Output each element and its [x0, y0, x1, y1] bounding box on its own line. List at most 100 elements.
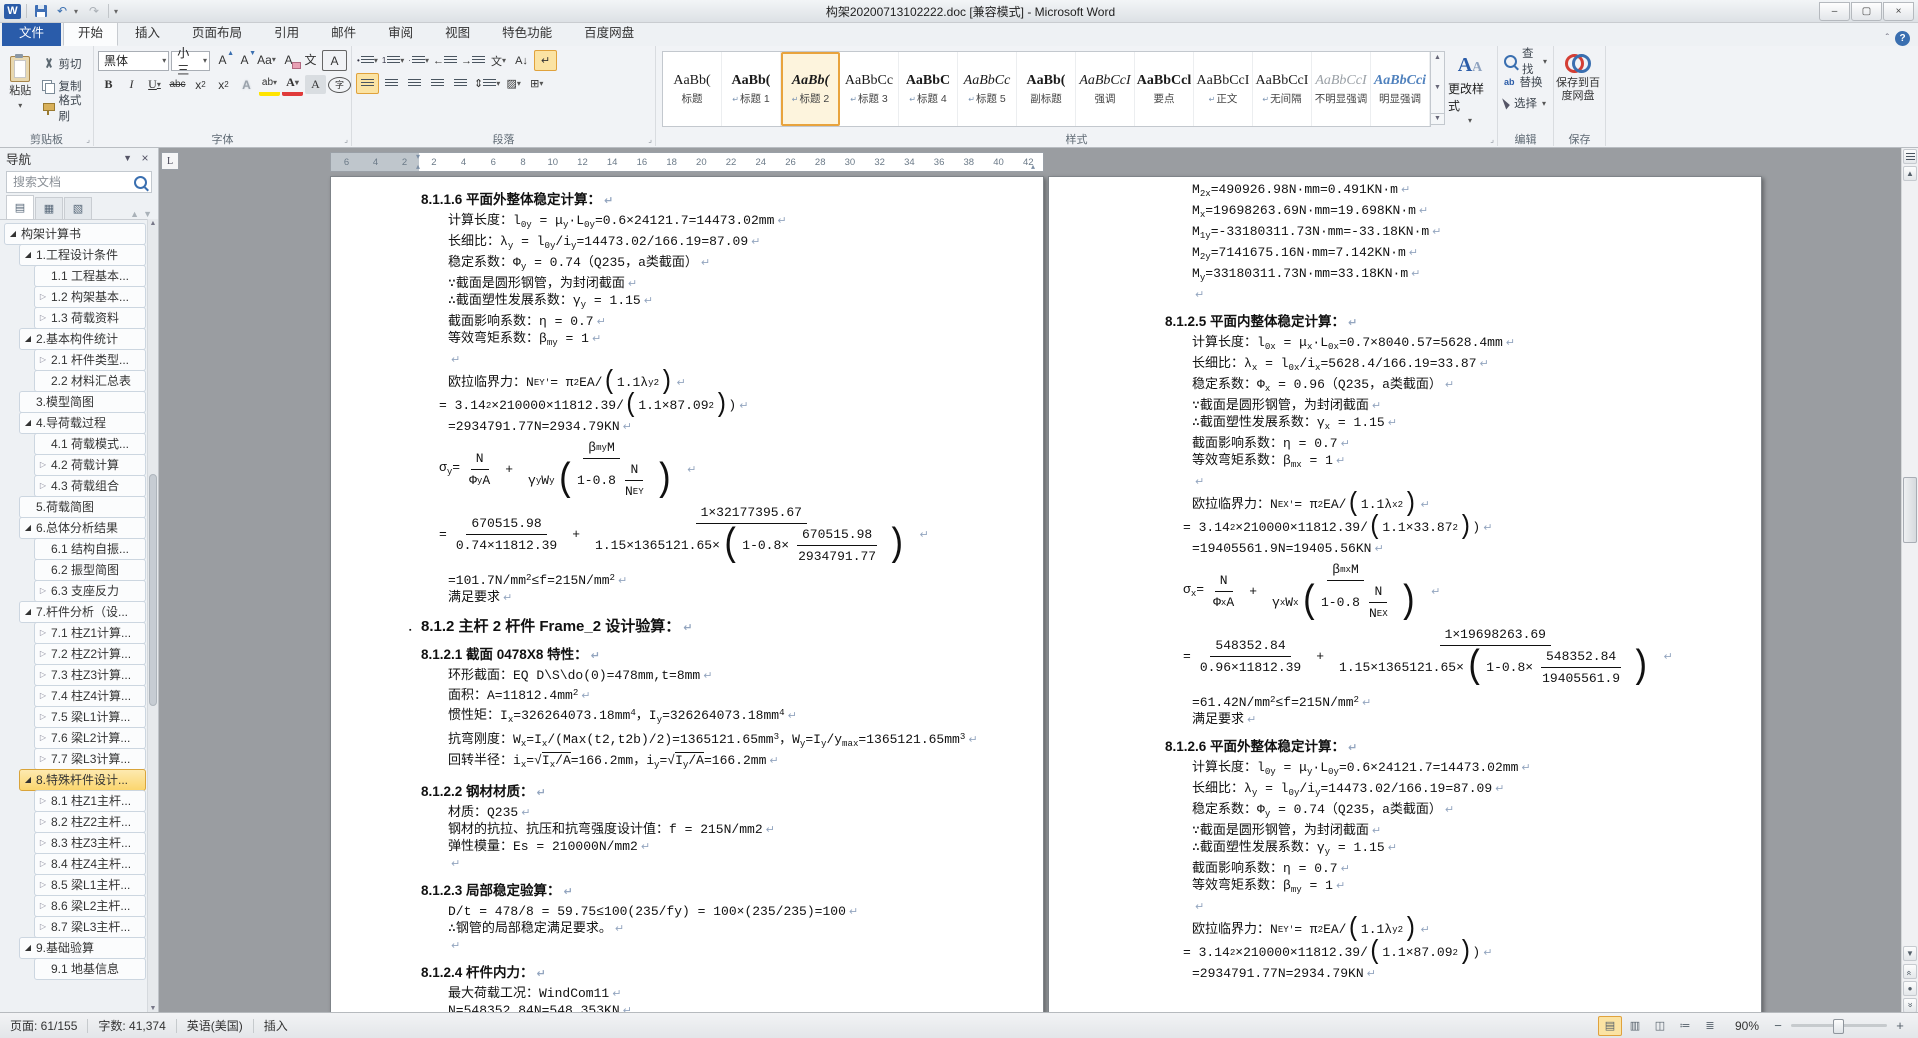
format-painter-button[interactable]: 格式刷 [39, 98, 91, 118]
nav-item-box[interactable]: 3.模型简图 [19, 391, 146, 413]
change-case-button[interactable]: Aa▾ [256, 50, 277, 69]
align-left-button[interactable] [356, 73, 379, 94]
nav-tab-headings[interactable]: ▤ [6, 195, 34, 219]
nav-item-box[interactable]: ▷4.3 荷载组合 [34, 475, 146, 497]
underline-button[interactable]: U▾ [144, 75, 165, 94]
find-button[interactable]: 查找▾ [1504, 52, 1547, 70]
nav-item-box[interactable]: 9.1 地基信息 [34, 958, 146, 980]
distribute-button[interactable] [450, 74, 471, 93]
change-styles-button[interactable]: AA 更改样式 ▾ [1448, 51, 1492, 125]
nav-item[interactable]: ◢9.基础验算 [0, 937, 148, 958]
show-marks-button[interactable]: ↵ [534, 50, 557, 71]
nav-item[interactable]: ▷8.7 梁L3主杆... [0, 916, 148, 937]
scrollbar-up[interactable]: ▲ [1903, 166, 1917, 181]
clipboard-dialog-launcher[interactable]: ⌟ [86, 135, 90, 144]
style-item[interactable]: AaBbCc↵标题 5 [958, 52, 1017, 126]
next-page-button[interactable]: « [1903, 998, 1917, 1013]
font-size-select[interactable]: 小三▾ [171, 51, 210, 71]
collapsed-icon[interactable]: ▷ [38, 460, 48, 469]
nav-item-box[interactable]: ▷8.7 梁L3主杆... [34, 916, 146, 938]
style-item[interactable]: AaBbCcI↵正文 [1194, 52, 1253, 126]
nav-item[interactable]: ◢8.特殊杆件设计... [0, 769, 148, 790]
expanded-icon[interactable]: ◢ [23, 607, 33, 616]
nav-item-box[interactable]: ▷7.6 梁L2计算... [34, 727, 146, 749]
nav-item-box[interactable]: 1.1 工程基本... [34, 265, 146, 287]
line-spacing-button[interactable]: ⇕▾ [473, 74, 501, 93]
align-right-button[interactable] [404, 74, 425, 93]
style-item[interactable]: AaBbCcI强调 [1076, 52, 1135, 126]
text-effects-button[interactable]: A [236, 75, 257, 94]
nav-item-box[interactable]: ▷7.5 梁L1计算... [34, 706, 146, 728]
help-button[interactable]: ? [1895, 31, 1910, 46]
minimize-button[interactable]: – [1819, 2, 1850, 21]
nav-item-box[interactable]: ◢4.导荷载过程 [19, 412, 146, 434]
select-button[interactable]: 选择▾ [1504, 94, 1547, 112]
style-item[interactable]: AaBbCcI↵无间隔 [1253, 52, 1312, 126]
nav-item[interactable]: ◢2.基本构件统计 [0, 328, 148, 349]
paste-button[interactable]: 粘贴 ▾ [2, 50, 39, 132]
nav-item[interactable]: ▷6.3 支座反力 [0, 580, 148, 601]
phonetic-guide-button[interactable]: 文 [300, 50, 321, 69]
nav-item-box[interactable]: 2.2 材料汇总表 [34, 370, 146, 392]
italic-button[interactable]: I [121, 75, 142, 94]
close-button[interactable]: × [1883, 2, 1914, 21]
collapsed-icon[interactable]: ▷ [38, 859, 48, 868]
nav-item-box[interactable]: ▷1.3 荷载资料 [34, 307, 146, 329]
nav-item-box[interactable]: 5.荷载简图 [19, 496, 146, 518]
replace-button[interactable]: ab替换 [1504, 73, 1547, 91]
sort-button[interactable]: A↓ [511, 51, 532, 70]
borders-button[interactable]: ⊞▾ [526, 74, 547, 93]
nav-prev-button[interactable]: ▲ [130, 209, 139, 219]
nav-item[interactable]: ▷8.6 梁L2主杆... [0, 895, 148, 916]
nav-item-box[interactable]: ▷8.2 柱Z2主杆... [34, 811, 146, 833]
grow-font-button[interactable]: A▲ [212, 50, 233, 69]
styles-dialog-launcher[interactable]: ⌟ [1490, 135, 1494, 144]
collapsed-icon[interactable]: ▷ [38, 628, 48, 637]
nav-item[interactable]: ▷8.2 柱Z2主杆... [0, 811, 148, 832]
browse-object-button[interactable]: ● [1903, 981, 1917, 996]
justify-button[interactable] [427, 74, 448, 93]
nav-item-box[interactable]: ▷7.2 柱Z2计算... [34, 643, 146, 665]
style-item[interactable]: AaBbCc↵标题 3 [840, 52, 899, 126]
nav-item[interactable]: 6.2 振型简图 [0, 559, 148, 580]
v-scrollbar[interactable]: ▲ ▼ « ● « [1901, 147, 1918, 1013]
collapsed-icon[interactable]: ▷ [38, 670, 48, 679]
style-item[interactable]: AaBb(标题 [663, 52, 722, 126]
collapsed-icon[interactable]: ▷ [38, 355, 48, 364]
nav-item[interactable]: ◢1.工程设计条件 [0, 244, 148, 265]
view-fullscreen-reading-button[interactable]: ▥ [1623, 1016, 1647, 1036]
collapsed-icon[interactable]: ▷ [38, 838, 48, 847]
multilevel-list-button[interactable]: ·▾ [407, 51, 430, 70]
nav-scrollbar-thumb[interactable] [149, 474, 157, 706]
view-outline-button[interactable]: ≔ [1673, 1016, 1697, 1036]
nav-item[interactable]: ▷4.3 荷载组合 [0, 475, 148, 496]
undo-dropdown[interactable]: ▾ [74, 7, 82, 16]
clear-formatting-button[interactable]: A [278, 50, 299, 69]
nav-item-box[interactable]: ▷7.3 柱Z3计算... [34, 664, 146, 686]
collapsed-icon[interactable]: ▷ [38, 313, 48, 322]
nav-next-button[interactable]: ▼ [143, 209, 152, 219]
nav-item-box[interactable]: ▷1.2 构架基本... [34, 286, 146, 308]
horizontal-ruler[interactable]: 642 ▾ ▴ ▴ 246810121416182022242628303234… [330, 152, 1044, 172]
style-item[interactable]: AaBbCcl要点 [1135, 52, 1194, 126]
expanded-icon[interactable]: ◢ [23, 250, 33, 259]
nav-item[interactable]: ◢7.杆件分析（设... [0, 601, 148, 622]
nav-item[interactable]: ◢构架计算书 [0, 223, 148, 244]
zoom-out-button[interactable]: − [1770, 1018, 1786, 1034]
nav-item-box[interactable]: ◢构架计算书 [4, 223, 146, 245]
nav-item[interactable]: ▷7.1 柱Z1计算... [0, 622, 148, 643]
nav-item[interactable]: ▷8.1 柱Z1主杆... [0, 790, 148, 811]
collapsed-icon[interactable]: ▷ [38, 691, 48, 700]
ruler-toggle-button[interactable] [1903, 149, 1917, 164]
nav-item[interactable]: ▷7.2 柱Z2计算... [0, 643, 148, 664]
collapsed-icon[interactable]: ▷ [38, 901, 48, 910]
nav-item[interactable]: ▷7.6 梁L2计算... [0, 727, 148, 748]
right-indent-marker[interactable]: ▴ [1031, 163, 1035, 171]
nav-item-box[interactable]: ▷8.4 柱Z4主杆... [34, 853, 146, 875]
decrease-indent-button[interactable]: ← [432, 51, 458, 70]
doc-page-2[interactable]: M2x=490926.98N·mm=0.491KN·m↵Mx=19698263.… [1048, 176, 1762, 1013]
style-gallery-down[interactable]: ▼ [1434, 84, 1441, 91]
nav-item-box[interactable]: ◢1.工程设计条件 [19, 244, 146, 266]
style-item[interactable]: AaBb(副标题 [1017, 52, 1076, 126]
nav-item[interactable]: ▷8.5 梁L1主杆... [0, 874, 148, 895]
